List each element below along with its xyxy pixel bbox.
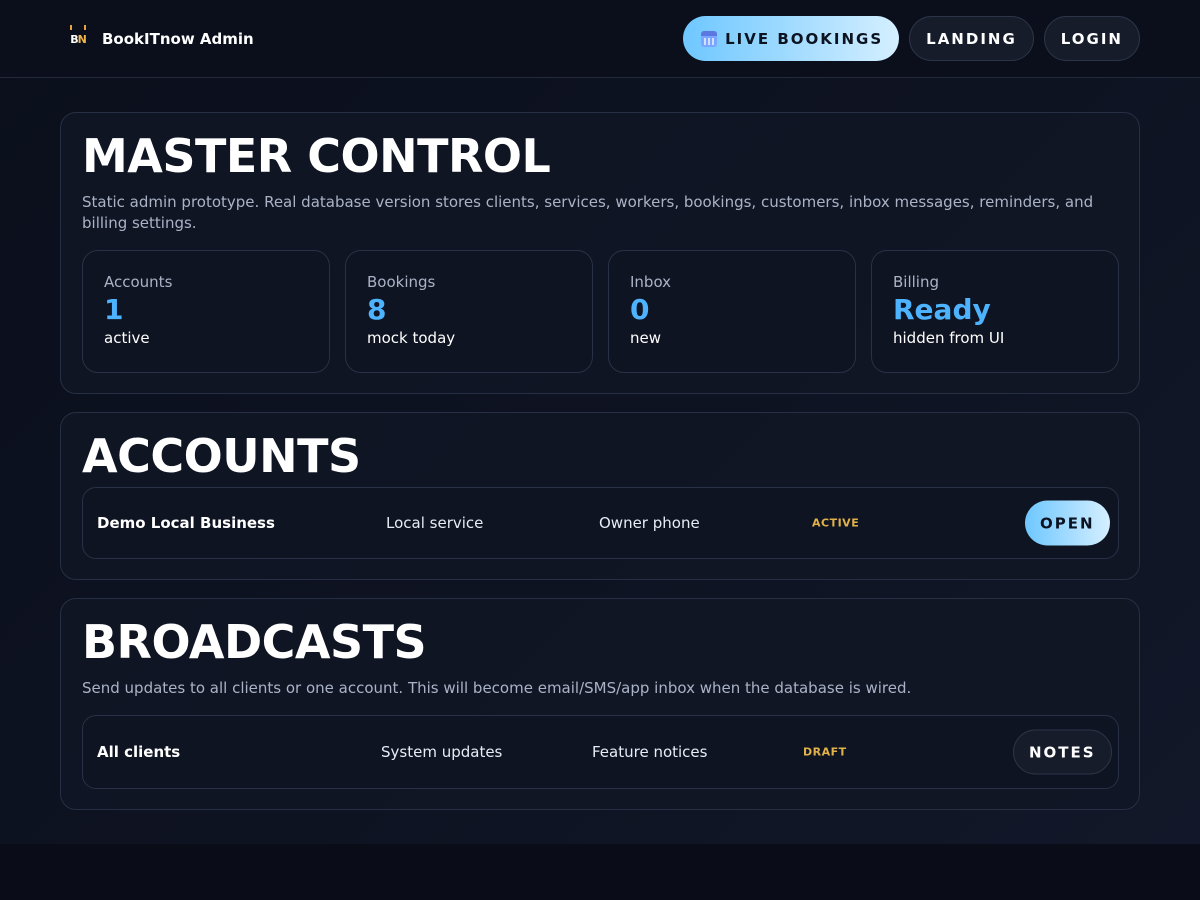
stat-card-accounts: Accounts 1 active	[82, 250, 330, 373]
account-row[interactable]: Demo Local Business Local service Owner …	[82, 487, 1119, 559]
master-control-card: MASTER CONTROL Static admin prototype. R…	[60, 112, 1140, 394]
status-badge: ACTIVE	[812, 516, 860, 530]
broadcast-kind: Feature notices	[592, 743, 708, 761]
account-name: Demo Local Business	[97, 514, 275, 532]
open-account-button[interactable]: OPEN	[1025, 500, 1110, 546]
master-control-title: MASTER CONTROL	[82, 129, 551, 183]
landing-button[interactable]: LANDING	[909, 16, 1034, 61]
broadcast-topic: System updates	[381, 743, 503, 761]
top-bar: BN BookITnow Admin LIVE BOOKINGS LANDING…	[0, 0, 1200, 78]
calendar-icon	[701, 30, 718, 47]
account-contact: Owner phone	[599, 514, 700, 532]
stat-card-inbox: Inbox 0 new	[608, 250, 856, 373]
brand-name: BookITnow Admin	[102, 30, 254, 48]
brand-logo-icon: BN	[64, 25, 92, 53]
broadcast-target: All clients	[97, 743, 181, 761]
broadcasts-card: BROADCASTS Send updates to all clients o…	[60, 598, 1140, 810]
master-control-description: Static admin prototype. Real database ve…	[82, 193, 1094, 232]
top-nav: LIVE BOOKINGS LANDING LOGIN	[683, 16, 1140, 61]
brand[interactable]: BN BookITnow Admin	[64, 25, 254, 53]
status-badge: DRAFT	[803, 745, 847, 759]
live-bookings-button[interactable]: LIVE BOOKINGS	[683, 16, 900, 61]
stat-card-billing: Billing Ready hidden from UI	[871, 250, 1119, 373]
broadcasts-title: BROADCASTS	[82, 615, 427, 669]
login-button[interactable]: LOGIN	[1043, 16, 1140, 61]
broadcasts-description: Send updates to all clients or one accou…	[82, 679, 912, 697]
notes-button[interactable]: NOTES	[1013, 729, 1112, 775]
accounts-card: ACCOUNTS Demo Local Business Local servi…	[60, 412, 1140, 580]
accounts-title: ACCOUNTS	[82, 429, 361, 483]
stat-card-bookings: Bookings 8 mock today	[345, 250, 593, 373]
stats-grid: Accounts 1 active Bookings 8 mock today …	[82, 250, 1119, 373]
account-type: Local service	[386, 514, 484, 532]
broadcast-row[interactable]: All clients System updates Feature notic…	[82, 715, 1119, 789]
